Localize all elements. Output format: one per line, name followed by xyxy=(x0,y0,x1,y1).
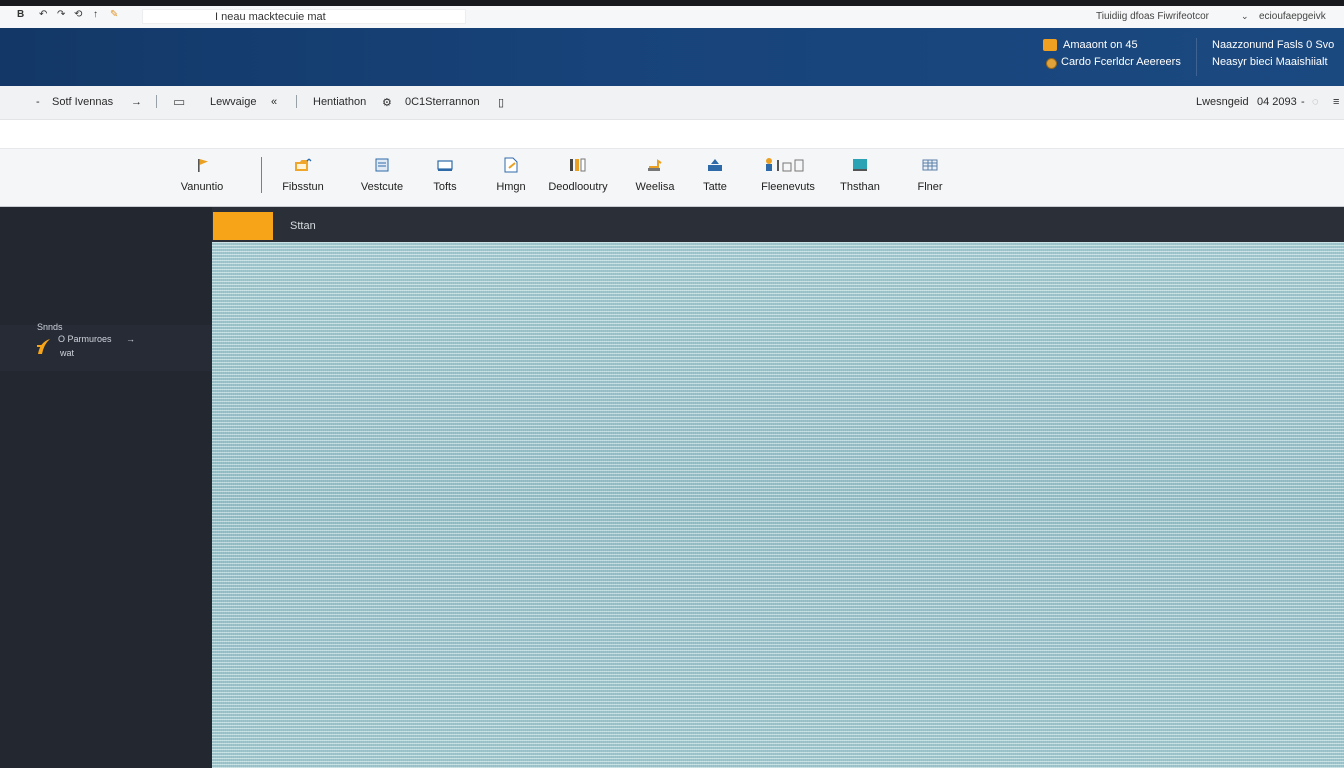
arrow-right-icon[interactable]: → xyxy=(131,96,142,108)
sidebar-item-title: O Parmuroes xyxy=(58,334,112,344)
main-canvas[interactable] xyxy=(212,242,1344,768)
sidebar: Snnds O Parmuroes → wat xyxy=(0,207,212,768)
nav-item-3[interactable]: Hentiathon xyxy=(313,96,366,108)
lock-icon[interactable]: ▯ xyxy=(498,96,504,109)
tab-label[interactable]: Sttan xyxy=(290,220,316,232)
nav-item-2[interactable]: Lewvaige xyxy=(210,96,256,108)
user-menu-label[interactable]: ecioufaepgeivk xyxy=(1259,11,1326,22)
title-bar: B ↶ ↷ ⟲ ↑ ✎ I neau macktecuie mat Tiuidi… xyxy=(0,6,1344,29)
bold-quick-button[interactable]: B xyxy=(17,9,24,20)
tab-bar: Sttan xyxy=(212,207,1344,242)
back-icon[interactable]: - xyxy=(36,96,40,108)
upload-box-icon xyxy=(708,159,722,171)
nav-item-1[interactable]: Sotf Ivennas xyxy=(52,96,113,108)
dash-icon: - xyxy=(1301,96,1305,108)
people-icon xyxy=(766,158,804,172)
columns-icon xyxy=(570,158,586,172)
refresh-icon[interactable]: ⟲ xyxy=(74,9,82,20)
arrow-right-icon[interactable]: → xyxy=(126,334,135,344)
ribbon-button-2[interactable]: Fibsstun xyxy=(263,149,343,206)
gear-icon[interactable]: ⚙ xyxy=(382,96,392,109)
header-divider xyxy=(1196,38,1197,76)
menu-icon[interactable]: ≡ xyxy=(1333,96,1339,108)
pin-icon[interactable]: ✎ xyxy=(110,9,118,20)
breadcrumb-strip xyxy=(0,120,1344,149)
tab-active-indicator[interactable] xyxy=(213,212,273,240)
ribbon-label: Deodlooutry xyxy=(548,181,608,193)
account-subtitle: Cardo Fcerldcr Aeereers xyxy=(1061,56,1181,68)
circle-icon[interactable]: ◌ xyxy=(1312,96,1319,108)
address-bar[interactable]: I neau macktecuie mat xyxy=(142,9,466,24)
region-subtitle: Neasyr bieci Maaishiialt xyxy=(1212,56,1328,68)
brand-logo-icon xyxy=(37,339,50,354)
screen-icon xyxy=(853,159,867,171)
sidebar-group-label: Snnds xyxy=(37,322,63,332)
undo-icon[interactable]: ↶ xyxy=(39,9,47,20)
ribbon-button-11[interactable]: Flner xyxy=(890,149,970,206)
tray-icon xyxy=(437,160,453,171)
ribbon-label: Thsthan xyxy=(840,181,880,193)
ribbon-button-1[interactable]: Vanuntio xyxy=(162,149,242,206)
secondary-nav: - Sotf Ivennas → ▭ Lewvaige « Hentiathon… xyxy=(0,86,1344,120)
ribbon-button-10[interactable]: Thsthan xyxy=(820,149,900,206)
sidebar-item-subtitle: wat xyxy=(60,348,75,358)
ribbon-label: Fibsstun xyxy=(282,181,324,193)
redo-icon[interactable]: ↷ xyxy=(57,9,65,20)
region-title[interactable]: Naazzonund Fasls 0 Svo xyxy=(1212,39,1334,51)
ribbon-label: Vanuntio xyxy=(180,181,224,193)
shield-icon xyxy=(1046,58,1057,69)
tool-icon xyxy=(648,159,662,171)
app-header: Amaaont on 45 Cardo Fcerldcr Aeereers Na… xyxy=(0,28,1344,86)
chevron-down-icon[interactable]: ⌄ xyxy=(1241,11,1249,22)
ribbon-button-9[interactable]: Fleenevuts xyxy=(748,149,828,206)
folder-icon xyxy=(1043,39,1057,51)
ribbon-separator xyxy=(261,157,262,193)
flag-icon xyxy=(198,159,208,172)
ribbon-label: Fleenevuts xyxy=(761,181,815,193)
last-changed-label: Lwesngeid xyxy=(1196,96,1249,108)
document-icon xyxy=(375,158,389,172)
collapse-icon[interactable]: « xyxy=(271,96,277,108)
folder-upload-icon xyxy=(295,158,312,171)
nav-separator xyxy=(156,95,157,108)
last-changed-value: 04 2093 xyxy=(1257,96,1297,108)
sidebar-item-account[interactable]: Snnds O Parmuroes → wat xyxy=(0,322,212,371)
ribbon-toolbar: Vanuntio Fibsstun Vestcute Tofts Hmgn De… xyxy=(0,149,1344,207)
ribbon-button-6[interactable]: Deodlooutry xyxy=(538,149,618,206)
account-name[interactable]: Amaaont on 45 xyxy=(1063,39,1138,51)
account-switcher-label[interactable]: Tiuidiig dfoas Fiwrifeotcor xyxy=(1096,11,1209,22)
nav-separator xyxy=(296,95,297,108)
ribbon-label: Tatte xyxy=(703,181,727,193)
monitor-icon: ▭ xyxy=(173,94,186,109)
ribbon-button-8[interactable]: Tatte xyxy=(675,149,755,206)
ribbon-label: Flner xyxy=(917,181,943,193)
grid-icon xyxy=(922,159,938,171)
upload-quick-icon[interactable]: ↑ xyxy=(93,9,98,20)
page-edit-icon xyxy=(504,157,518,173)
nav-item-4[interactable]: 0C1Sterrannon xyxy=(405,96,480,108)
